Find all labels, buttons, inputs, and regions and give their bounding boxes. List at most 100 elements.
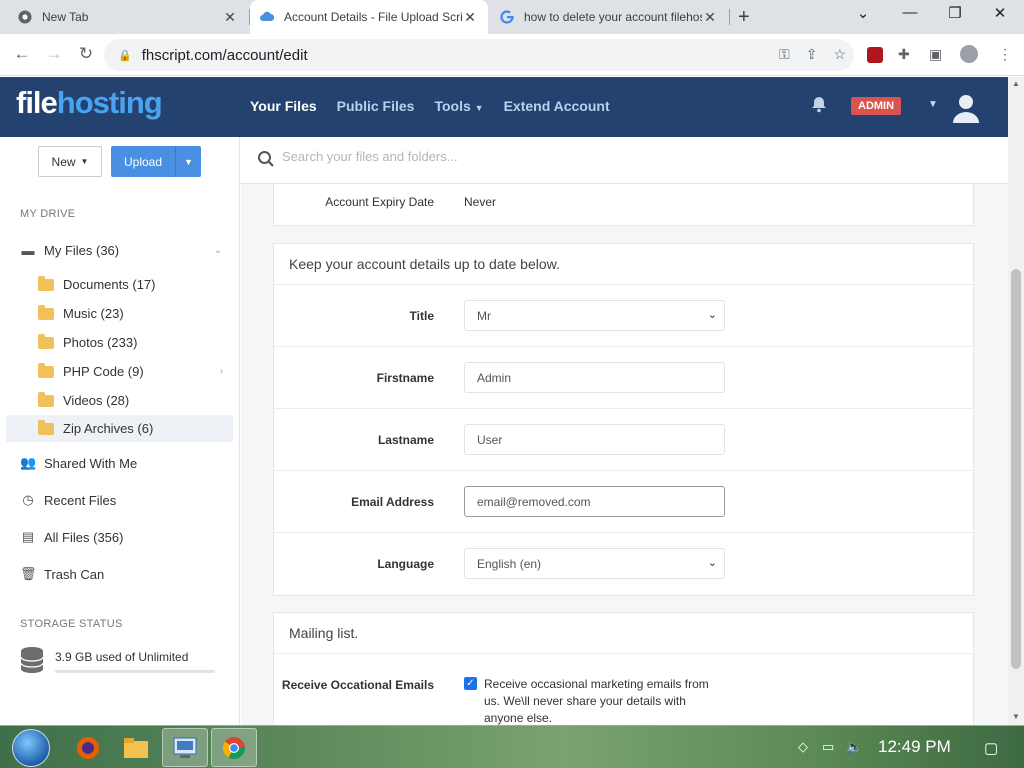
user-avatar-icon[interactable] bbox=[950, 91, 982, 123]
mailing-checkbox-text: Receive occasional marketing emails from… bbox=[484, 677, 709, 725]
close-tab-icon[interactable]: ✕ bbox=[702, 9, 718, 26]
mailing-checkbox[interactable]: ✓ bbox=[464, 677, 477, 690]
ublock-extension-icon[interactable] bbox=[867, 47, 883, 63]
taskbar: ◇ ▭ 🔈 12:49 PM ▢ bbox=[0, 725, 1024, 768]
sidebar-item-my-files[interactable]: ▬ My Files (36) ⌄ bbox=[20, 237, 232, 263]
account-expiry-panel: Account Expiry Date Never bbox=[273, 184, 974, 226]
scrollbar-thumb[interactable] bbox=[1011, 269, 1021, 669]
sidebar-item-all-files[interactable]: ▤ All Files (356) bbox=[20, 524, 232, 550]
storage-usage-text: 3.9 GB used of Unlimited bbox=[55, 650, 189, 664]
admin-badge: ADMIN bbox=[851, 97, 902, 115]
sidebar-item-recent-files[interactable]: ◷ Recent Files bbox=[20, 487, 232, 513]
file-explorer-icon[interactable] bbox=[113, 728, 159, 767]
filehosting-logo[interactable]: filehosting bbox=[16, 85, 163, 121]
reload-icon[interactable]: ↻ bbox=[75, 44, 97, 64]
notifications-icon[interactable]: ▢ bbox=[984, 739, 998, 757]
taskbar-clock[interactable]: 12:49 PM bbox=[878, 737, 951, 757]
language-row: Language English (en) ⌄ bbox=[274, 533, 973, 595]
tab-title: how to delete your account filehosting bbox=[524, 10, 702, 24]
chrome-icon[interactable] bbox=[211, 728, 257, 767]
cloud-upload-icon bbox=[260, 11, 274, 21]
sidebar-item-trash-can[interactable]: 🗑 Trash Can bbox=[20, 561, 232, 587]
sidebar-folder-music[interactable]: Music (23) bbox=[6, 300, 233, 327]
bell-icon[interactable] bbox=[810, 95, 828, 118]
chrome-icon bbox=[18, 10, 32, 24]
chevron-down-icon[interactable]: ⌄ bbox=[214, 245, 222, 256]
upload-dropdown-caret-icon[interactable]: ▼ bbox=[175, 146, 201, 177]
firefox-icon[interactable] bbox=[65, 728, 111, 767]
url-text[interactable]: fhscript.com/account/edit bbox=[142, 47, 308, 64]
nav-extend-account[interactable]: Extend Account bbox=[504, 98, 610, 114]
nav-tools[interactable]: Tools ▼ bbox=[434, 98, 483, 114]
new-tab-plus-icon[interactable]: + bbox=[738, 6, 750, 29]
title-select[interactable]: Mr ⌄ bbox=[464, 300, 725, 331]
key-icon[interactable]: ⚿ bbox=[779, 46, 790, 63]
sidebar-item-shared-with-me[interactable]: 👥 Shared With Me bbox=[20, 450, 232, 476]
upload-button[interactable]: Upload ▼ bbox=[111, 146, 201, 177]
lastname-field[interactable]: User bbox=[464, 424, 725, 455]
firstname-label: Firstname bbox=[376, 371, 434, 385]
clock-icon: ◷ bbox=[22, 492, 34, 507]
share-icon[interactable]: ⇪ bbox=[806, 46, 818, 63]
chevron-down-icon: ⌄ bbox=[707, 309, 717, 321]
logo-text-file: file bbox=[16, 85, 58, 120]
profile-icon[interactable] bbox=[960, 45, 978, 63]
account-caret-icon[interactable]: ▼ bbox=[928, 99, 938, 110]
language-select[interactable]: English (en) ⌄ bbox=[464, 548, 725, 579]
forward-icon[interactable]: → bbox=[43, 44, 65, 64]
firstname-row: Firstname Admin bbox=[274, 347, 973, 409]
trash-icon: 🗑 bbox=[20, 566, 37, 581]
star-icon[interactable]: ☆ bbox=[833, 46, 846, 63]
mailing-list-panel: Mailing list. Receive Occational Emails … bbox=[273, 612, 974, 725]
close-tab-icon[interactable]: ✕ bbox=[462, 9, 478, 26]
tab-new-tab[interactable]: New Tab ✕ bbox=[8, 0, 248, 34]
scroll-up-arrow-icon[interactable]: ▲ bbox=[1012, 79, 1020, 88]
control-panel-icon[interactable] bbox=[162, 728, 208, 767]
page-scrollbar[interactable]: ▲ ▼ bbox=[1008, 77, 1024, 725]
action-center-flag-icon[interactable]: ◇ bbox=[798, 739, 808, 755]
mailing-row: Receive Occational Emails ✓ Receive occa… bbox=[274, 654, 973, 725]
restore-icon[interactable]: ❐ bbox=[940, 4, 970, 22]
close-tab-icon[interactable]: ✕ bbox=[222, 9, 238, 26]
language-label: Language bbox=[377, 557, 434, 571]
minimize-icon[interactable]: — bbox=[895, 4, 925, 21]
search-bar bbox=[240, 137, 1008, 184]
chevron-right-icon[interactable]: › bbox=[220, 366, 223, 377]
email-label: Email Address bbox=[351, 495, 434, 509]
folder-label: Zip Archives (6) bbox=[63, 421, 154, 436]
site-header: filehosting Your Files Public Files Tool… bbox=[0, 77, 1008, 137]
sidebar-folder-videos[interactable]: Videos (28) bbox=[6, 387, 233, 414]
sidebar-folder-php-code[interactable]: PHP Code (9) › bbox=[6, 358, 233, 385]
tab-search-chevron-icon[interactable]: ⌄ bbox=[848, 4, 878, 22]
folder-label: Photos (233) bbox=[63, 335, 138, 350]
tab-google-search[interactable]: how to delete your account filehosting ✕ bbox=[490, 0, 728, 34]
network-icon[interactable]: ▭ bbox=[822, 739, 834, 755]
lastname-row: Lastname User bbox=[274, 409, 973, 471]
close-window-icon[interactable]: ✕ bbox=[985, 4, 1015, 22]
start-button[interactable] bbox=[12, 729, 50, 767]
sidebar-item-label: Recent Files bbox=[44, 492, 117, 508]
address-bar[interactable]: 🔒 fhscript.com/account/edit ⚿ ⇪ ☆ bbox=[104, 39, 854, 71]
sidebar-item-label: My Files (36) bbox=[44, 242, 120, 258]
nav-public-files[interactable]: Public Files bbox=[337, 98, 415, 114]
nav-your-files[interactable]: Your Files bbox=[250, 98, 317, 114]
account-expiry-label: Account Expiry Date bbox=[325, 195, 434, 209]
users-icon: 👥 bbox=[20, 455, 37, 470]
tab-account-details[interactable]: Account Details - File Upload Script ✕ bbox=[250, 0, 488, 34]
scroll-down-arrow-icon[interactable]: ▼ bbox=[1012, 712, 1020, 721]
menu-kebab-icon[interactable]: ⋮ bbox=[998, 46, 1012, 63]
sidebar-folder-documents[interactable]: Documents (17) bbox=[6, 271, 233, 298]
sidebar-folder-photos[interactable]: Photos (233) bbox=[6, 329, 233, 356]
search-input[interactable] bbox=[282, 149, 782, 164]
back-icon[interactable]: ← bbox=[11, 44, 33, 64]
firstname-field[interactable]: Admin bbox=[464, 362, 725, 393]
volume-icon[interactable]: 🔈 bbox=[846, 739, 862, 755]
email-field[interactable]: email@removed.com bbox=[464, 486, 725, 517]
side-panel-icon[interactable]: ▣ bbox=[929, 46, 942, 63]
folder-label: Documents (17) bbox=[63, 277, 156, 292]
sidebar-folder-zip-archives[interactable]: Zip Archives (6) bbox=[6, 415, 233, 442]
storage-status-heading: STORAGE STATUS bbox=[20, 618, 123, 630]
new-button[interactable]: New ▼ bbox=[38, 146, 102, 177]
folder-icon bbox=[38, 304, 54, 320]
extensions-puzzle-icon[interactable]: ✚ bbox=[898, 46, 910, 63]
